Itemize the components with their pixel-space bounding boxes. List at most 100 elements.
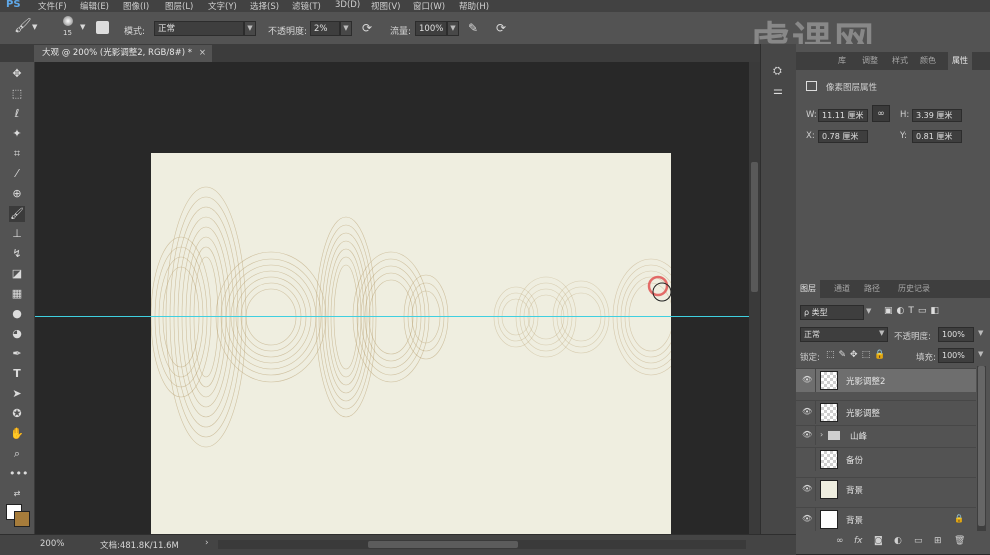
pressure-opacity-icon[interactable]: ⟳ (362, 22, 372, 35)
chevron-down-icon[interactable]: ▼ (447, 21, 459, 36)
menu-type[interactable]: 文字(Y) (208, 0, 237, 12)
gradient-tool-icon[interactable]: ▦ (9, 286, 25, 302)
x-input[interactable]: 0.78 厘米 (818, 130, 868, 143)
layer-filter-icons[interactable]: ▣◐T▭◧ (884, 306, 943, 316)
layer-filter-select[interactable]: ρ 类型 (800, 305, 864, 320)
layer-opacity-input[interactable]: 100% (938, 327, 974, 342)
tab-color[interactable]: 颜色 (916, 52, 940, 70)
eye-icon[interactable]: 👁 (802, 407, 812, 416)
horizontal-scrollbar[interactable] (218, 540, 746, 549)
brush-tool-icon[interactable]: 🖌 (9, 206, 25, 222)
brush-tool-icon[interactable]: 🖌 (14, 19, 32, 33)
scroll-thumb[interactable] (751, 162, 758, 292)
tab-paths[interactable]: 路径 (860, 280, 884, 298)
chevron-right-icon[interactable]: › (820, 430, 823, 439)
marquee-tool-icon[interactable]: ⬚ (9, 86, 25, 102)
menu-3d[interactable]: 3D(D) (335, 0, 360, 10)
chevron-down-icon[interactable]: ▼ (978, 329, 983, 337)
pressure-size-icon[interactable]: ⟳ (496, 22, 506, 35)
menu-window[interactable]: 窗口(W) (413, 0, 445, 12)
menu-edit[interactable]: 编辑(E) (80, 0, 109, 12)
menu-filter[interactable]: 滤镜(T) (292, 0, 321, 12)
horizontal-guide[interactable] (35, 316, 760, 317)
trash-icon[interactable]: 🗑 (954, 536, 965, 546)
document-canvas[interactable] (151, 153, 671, 534)
mode-select[interactable]: 正常 (154, 21, 244, 36)
group-icon[interactable]: ▭ (914, 536, 923, 546)
zoom-level[interactable]: 200% (40, 539, 64, 549)
swap-colors-icon[interactable]: ⇄ (9, 486, 25, 502)
vertical-scrollbar[interactable] (749, 62, 760, 534)
fill-input[interactable]: 100% (938, 348, 974, 363)
adjustment-icon[interactable]: ◐ (894, 536, 902, 546)
airbrush-icon[interactable]: ✎ (468, 22, 478, 35)
move-tool-icon[interactable]: ✥ (9, 66, 25, 82)
status-arrow-icon[interactable]: › (205, 538, 209, 548)
crop-tool-icon[interactable]: ⌗ (9, 146, 25, 162)
height-input[interactable]: 3.39 厘米 (912, 109, 962, 122)
menu-view[interactable]: 视图(V) (371, 0, 400, 12)
stamp-tool-icon[interactable]: ⊥ (9, 226, 25, 242)
layer-row[interactable]: 👁 备份 (796, 447, 976, 471)
layer-group-row[interactable]: 👁 › 山峰 (796, 425, 976, 445)
link-icon[interactable]: ∞ (872, 105, 890, 122)
flow-input[interactable]: 100% (415, 21, 447, 36)
path-select-tool-icon[interactable]: ➤ (9, 386, 25, 402)
width-input[interactable]: 11.11 厘米 (818, 109, 868, 122)
history-panel-icon[interactable]: ⛭ (773, 64, 782, 78)
fx-icon[interactable]: fx (854, 536, 863, 546)
chevron-down-icon[interactable]: ▼ (866, 307, 871, 315)
more-tools-icon[interactable]: ••• (9, 466, 28, 482)
brush-preset-picker[interactable]: 15 (60, 16, 76, 40)
layer-row[interactable]: 👁 背景 (796, 477, 976, 501)
tab-channels[interactable]: 通道 (830, 280, 854, 298)
tab-libraries[interactable]: 库 (834, 52, 850, 70)
history-brush-tool-icon[interactable]: ↯ (9, 246, 25, 262)
quick-select-tool-icon[interactable]: ✦ (9, 126, 25, 142)
lock-options-icons[interactable]: ⬚✎✥⬚🔒 (826, 350, 889, 360)
tab-styles[interactable]: 样式 (888, 52, 912, 70)
chevron-down-icon[interactable]: ▼ (32, 21, 37, 34)
background-color-swatch[interactable] (14, 511, 30, 527)
eye-icon[interactable]: 👁 (802, 430, 812, 439)
chevron-down-icon[interactable]: ▼ (80, 21, 85, 34)
mask-icon[interactable]: ◙ (874, 536, 883, 546)
chevron-down-icon[interactable]: ▼ (879, 329, 884, 337)
eyedropper-tool-icon[interactable]: ⁄ (9, 166, 25, 182)
document-tab[interactable]: 大观 @ 200% (光影调整2, RGB/8#) * × (34, 45, 212, 62)
tab-adjustments[interactable]: 调整 (858, 52, 882, 70)
scroll-thumb[interactable] (368, 541, 518, 548)
eye-icon[interactable]: 👁 (802, 375, 812, 384)
pen-tool-icon[interactable]: ✒ (9, 346, 25, 362)
type-tool-icon[interactable]: T (9, 366, 25, 382)
blur-tool-icon[interactable]: ● (9, 306, 25, 322)
lasso-tool-icon[interactable]: ℓ (9, 106, 25, 122)
layer-row[interactable]: 👁 光影调整 (796, 400, 976, 424)
new-layer-icon[interactable]: ⊞ (934, 536, 942, 546)
blend-mode-select[interactable]: 正常 (800, 327, 888, 342)
scroll-thumb[interactable] (978, 366, 985, 526)
menu-layer[interactable]: 图层(L) (165, 0, 193, 12)
y-input[interactable]: 0.81 厘米 (912, 130, 962, 143)
eraser-tool-icon[interactable]: ◪ (9, 266, 25, 282)
close-icon[interactable]: × (199, 45, 206, 62)
tab-history[interactable]: 历史记录 (894, 280, 934, 298)
menu-select[interactable]: 选择(S) (250, 0, 279, 12)
dodge-tool-icon[interactable]: ◕ (9, 326, 25, 342)
eye-icon[interactable]: 👁 (802, 514, 812, 523)
tab-layers[interactable]: 图层 (796, 280, 820, 298)
layer-row[interactable]: 👁 光影调整2 (796, 368, 976, 392)
layer-row[interactable]: 👁 背景 🔒 (796, 507, 976, 531)
tab-properties[interactable]: 属性 (948, 52, 972, 70)
opacity-input[interactable]: 2% (310, 21, 340, 36)
shape-tool-icon[interactable]: ✪ (9, 406, 25, 422)
menu-image[interactable]: 图像(I) (123, 0, 149, 12)
chevron-down-icon[interactable]: ▼ (978, 350, 983, 358)
menu-help[interactable]: 帮助(H) (459, 0, 489, 12)
hand-tool-icon[interactable]: ✋ (9, 426, 25, 442)
link-icon[interactable]: ∞ (836, 536, 844, 546)
menu-file[interactable]: 文件(F) (38, 0, 67, 12)
adjustments-panel-icon[interactable]: ⚌ (773, 84, 783, 97)
brush-panel-icon[interactable] (96, 21, 109, 34)
layers-scrollbar[interactable] (977, 366, 986, 531)
